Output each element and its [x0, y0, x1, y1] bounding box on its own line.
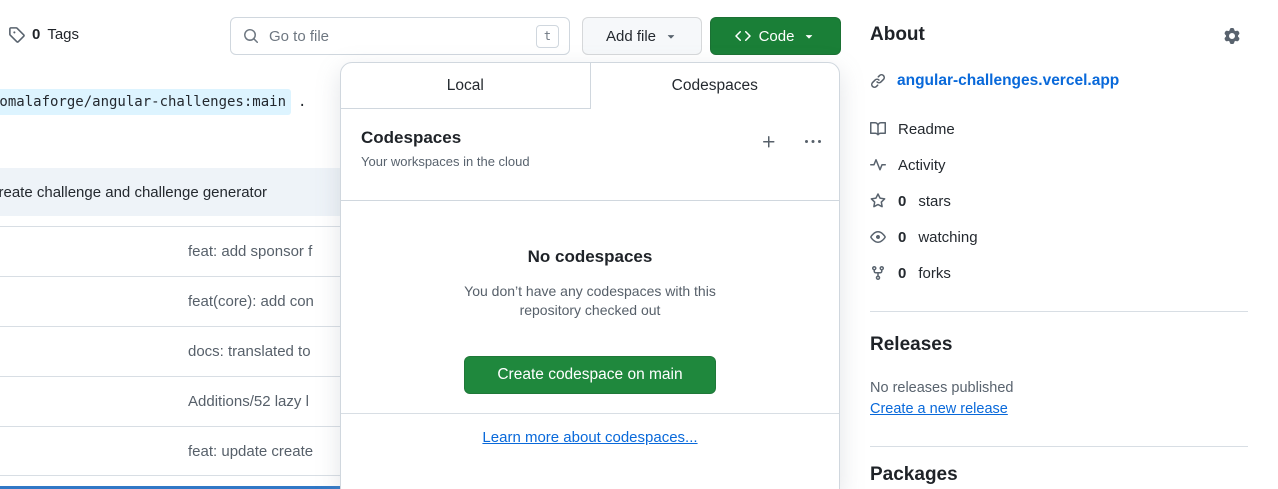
sidebar-divider [870, 446, 1248, 447]
table-row[interactable]: feat: update create [0, 426, 345, 476]
commit-message[interactable]: feat(core): add con [188, 293, 314, 310]
table-row[interactable]: feat(core): add con [0, 276, 345, 326]
sidebar-item-stars[interactable]: 0 stars [870, 191, 1248, 211]
search-shortcut-key: t [536, 25, 559, 48]
commit-message[interactable]: feat: add sponsor f [188, 243, 312, 260]
learn-more-link[interactable]: Learn more about codespaces... [482, 429, 697, 446]
fork-icon [870, 265, 886, 281]
search-icon [243, 28, 259, 44]
sidebar-item-readme[interactable]: Readme [870, 119, 1248, 139]
commit-message[interactable]: feat: update create [188, 443, 313, 460]
tag-icon [8, 26, 25, 43]
code-dropdown-panel: Local Codespaces Codespaces Your workspa… [340, 62, 840, 489]
tags-label: Tags [47, 26, 79, 43]
new-codespace-button[interactable] [761, 134, 777, 150]
about-title: About [870, 24, 925, 46]
go-to-file-search[interactable]: t [230, 17, 570, 55]
code-button-label: Code [759, 28, 795, 45]
tab-codespaces[interactable]: Codespaces [590, 63, 840, 109]
code-dropdown-tabs: Local Codespaces [341, 63, 839, 109]
table-row[interactable]: feat: add sponsor f [0, 226, 345, 276]
eye-icon [870, 229, 886, 245]
book-icon [870, 121, 886, 137]
table-row[interactable]: docs: translated to [0, 326, 345, 376]
create-release-link[interactable]: Create a new release [870, 401, 1008, 417]
sidebar-item-activity[interactable]: Activity [870, 155, 1248, 175]
meta-label: stars [918, 193, 951, 210]
releases-empty-text: No releases published [870, 380, 1248, 396]
commit-message[interactable]: Additions/52 lazy l [188, 393, 309, 410]
table-row[interactable]: Additions/52 lazy l [0, 376, 345, 426]
meta-label: Readme [898, 121, 955, 138]
chevron-down-icon [664, 29, 678, 43]
meta-label: Activity [898, 157, 946, 174]
pulse-icon [870, 157, 886, 173]
codespaces-subtitle: Your workspaces in the cloud [361, 154, 530, 169]
tab-local[interactable]: Local [341, 63, 590, 109]
website-link-row[interactable]: angular-challenges.vercel.app [870, 72, 1248, 90]
codespaces-footer: Learn more about codespaces... [341, 413, 839, 462]
code-button[interactable]: Code [710, 17, 841, 55]
kebab-horizontal-icon [805, 134, 821, 150]
add-file-button[interactable]: Add file [582, 17, 702, 55]
codespaces-options-button[interactable] [805, 134, 821, 150]
sidebar-item-forks[interactable]: 0 forks [870, 263, 1248, 283]
empty-state-message: You don’t have any codespaces with this … [440, 282, 740, 320]
sidebar-item-watching[interactable]: 0 watching [870, 227, 1248, 247]
empty-state-title: No codespaces [341, 247, 839, 267]
codespaces-title: Codespaces [361, 128, 530, 148]
commit-message[interactable]: docs: translated to [188, 343, 311, 360]
latest-commit-message[interactable]: create challenge and challenge generator [0, 184, 267, 201]
tags-counter[interactable]: 0 Tags [8, 26, 79, 43]
plus-icon [761, 134, 777, 150]
gear-icon[interactable] [1224, 28, 1240, 44]
add-file-label: Add file [606, 28, 656, 45]
link-icon [870, 73, 886, 89]
branch-reference: tomalaforge/angular-challenges:main. [0, 94, 306, 110]
sidebar-divider [870, 311, 1248, 312]
chevron-down-icon [802, 29, 816, 43]
latest-commit-bar[interactable]: create challenge and challenge generator [0, 168, 345, 216]
file-table: feat: add sponsor f feat(core): add con … [0, 226, 345, 476]
code-icon [735, 28, 751, 44]
tags-count: 0 [32, 26, 40, 43]
packages-title: Packages [870, 464, 1248, 486]
create-codespace-button[interactable]: Create codespace on main [464, 356, 715, 394]
releases-title: Releases [870, 334, 1248, 356]
star-icon [870, 193, 886, 209]
search-input[interactable] [267, 27, 536, 46]
meta-label: forks [918, 265, 951, 282]
codespaces-header: Codespaces Your workspaces in the cloud [341, 109, 839, 201]
website-link[interactable]: angular-challenges.vercel.app [897, 72, 1119, 90]
about-sidebar: About angular-challenges.vercel.app Read… [870, 0, 1248, 486]
meta-label: watching [918, 229, 977, 246]
branch-ref-chip: tomalaforge/angular-challenges:main [0, 89, 291, 115]
github-repo-page: 0 Tags t Add file Code tomalaforge/angul… [0, 0, 1278, 489]
codespaces-empty-state: No codespaces You don’t have any codespa… [341, 201, 839, 394]
